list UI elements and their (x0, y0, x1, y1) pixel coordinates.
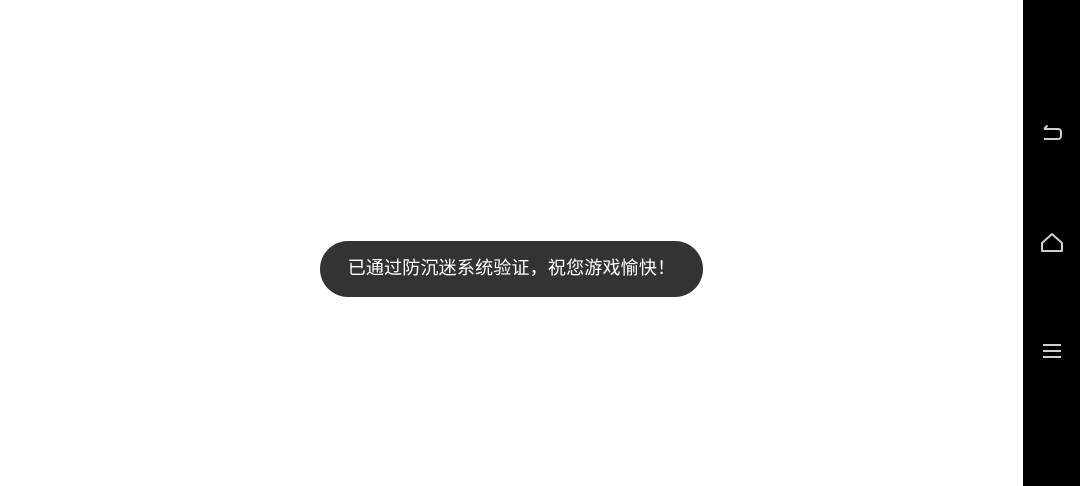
app-content-area: 已通过防沉迷系统验证，祝您游戏愉快！ (0, 0, 1023, 486)
menu-icon (1042, 344, 1061, 358)
screen: 已通过防沉迷系统验证，祝您游戏愉快！ (0, 0, 1080, 486)
toast-notification: 已通过防沉迷系统验证，祝您游戏愉快！ (320, 241, 703, 297)
navigation-bar (1023, 0, 1080, 486)
toast-message: 已通过防沉迷系统验证，祝您游戏愉快！ (347, 258, 676, 279)
menu-button[interactable] (1023, 323, 1080, 379)
back-button[interactable] (1023, 107, 1080, 163)
home-button[interactable] (1023, 215, 1080, 271)
back-icon (1042, 124, 1062, 140)
home-icon (1040, 233, 1063, 252)
